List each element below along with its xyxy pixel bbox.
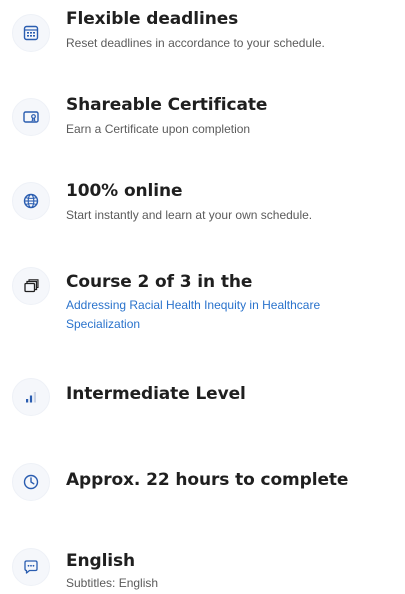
feature-title: Approx. 22 hours to complete [66,470,349,490]
feature-title: Shareable Certificate [66,95,268,115]
feature-title: Course 2 of 3 in the [66,272,253,292]
feature-title: Intermediate Level [66,384,246,404]
specialization-link[interactable]: Addressing Racial Health Inequity in Hea… [66,296,396,334]
clock-icon [12,463,50,501]
stacked-cards-icon [12,267,50,305]
feature-title: English [66,551,136,571]
level-bars-icon [12,378,50,416]
speech-bubble-icon [12,548,50,586]
feature-subtitle: Reset deadlines in accordance to your sc… [66,36,325,50]
feature-subtitle: Subtitles: English [66,576,159,590]
feature-title: 100% online [66,181,183,201]
calendar-icon [12,14,50,52]
globe-icon [12,182,50,220]
feature-subtitle: Earn a Certificate upon completion [66,122,251,136]
certificate-icon [12,98,50,136]
feature-subtitle: Start instantly and learn at your own sc… [66,208,313,222]
feature-title: Flexible deadlines [66,9,239,29]
